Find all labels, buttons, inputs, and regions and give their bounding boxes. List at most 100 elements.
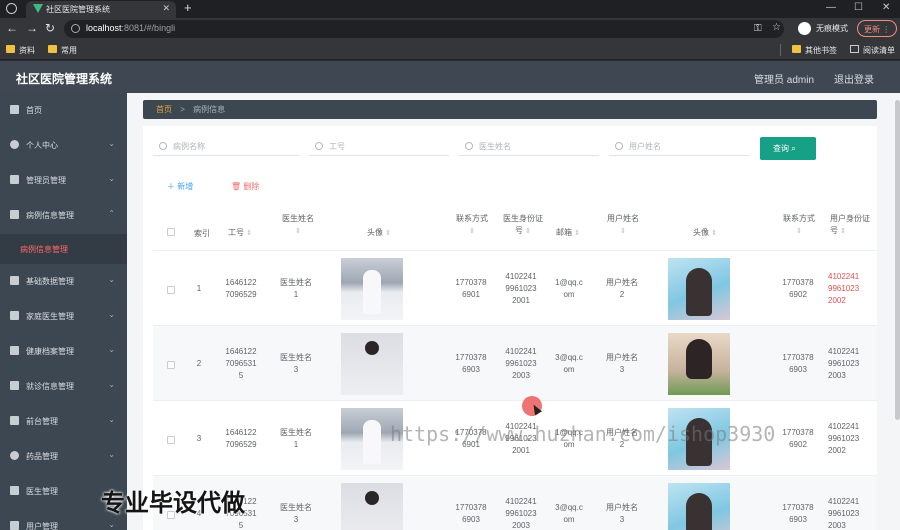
bookmark-item[interactable]: 资料: [6, 45, 35, 56]
content-panel: 病例名称 工号 医生姓名 用户姓名 查询 ⌕ ＋ 新增 🗑 删除 索引 工号 ⇕…: [143, 126, 877, 530]
cell-user-phone: 1770378 6903: [782, 503, 814, 524]
search-doctor-name-input[interactable]: 医生姓名: [459, 136, 599, 156]
sort-icon: ⇕: [840, 228, 847, 235]
cell-user-phone: 1770378 6902: [782, 428, 814, 449]
vertical-scrollbar[interactable]: [895, 100, 900, 420]
sort-icon: ⇕: [469, 228, 475, 235]
case-table: 索引 工号 ⇕ 医生姓名 ⇕ 头像 ⇕ 联系方式 ⇕ 医生身份证号 ⇕ 邮箱 ⇕ 用…: [153, 203, 877, 530]
users-icon: [10, 521, 19, 530]
sidebar: 首页 个人中心 ⌄ 管理员管理 ⌄ 病例信息管理 ⌃ 病例信息管理 基础数据管理 ⌄ 家…: [0, 93, 127, 530]
cell-user-phone: 1770378 6903: [782, 353, 814, 374]
sidebar-item-home[interactable]: 首页: [0, 93, 127, 128]
address-bar[interactable]: localhost:8081/#/bingli ⚿ ☆: [64, 20, 784, 38]
doctor-avatar: [341, 333, 403, 395]
search-case-name-input[interactable]: 病例名称: [153, 136, 299, 156]
column-header[interactable]: 头像 ⇕: [367, 227, 391, 240]
cell-user-name: 用户姓名 3: [606, 503, 638, 524]
chevron-down-icon: ⌄: [108, 415, 115, 424]
sidebar-item-family-doctor[interactable]: 家庭医生管理 ⌄: [0, 299, 127, 334]
breadcrumb-current: 病例信息: [193, 105, 226, 114]
sidebar-item-profile[interactable]: 个人中心 ⌄: [0, 128, 127, 163]
close-tab-icon[interactable]: ✕: [162, 3, 170, 14]
key-icon[interactable]: ⚿: [754, 23, 762, 34]
site-info-icon[interactable]: [71, 24, 80, 33]
cell-user-name: 用户姓名 2: [606, 278, 638, 299]
url-path: :8081/#/bingli: [121, 23, 176, 33]
cell-doctor-phone: 1770378 6903: [455, 353, 487, 374]
star-icon[interactable]: ☆: [772, 22, 781, 33]
column-header[interactable]: 医生身份证号 ⇕: [503, 213, 543, 238]
cell-email: 3@qq.c om: [555, 353, 583, 374]
cell-user-phone: 1770378 6902: [782, 278, 814, 299]
row-checkbox[interactable]: [167, 286, 175, 294]
forward-icon[interactable]: →: [26, 21, 38, 35]
column-header[interactable]: 头像 ⇕: [693, 227, 717, 240]
table-row[interactable]: 2 1646122 7096531 5 医生姓名 3 1770378 6903 …: [153, 325, 877, 400]
row-checkbox[interactable]: [167, 361, 175, 369]
sidebar-item-admin[interactable]: 管理员管理 ⌄: [0, 163, 127, 198]
column-header: 索引: [194, 229, 210, 238]
column-header[interactable]: 医生姓名 ⇕: [278, 213, 318, 238]
cell-doctor-id-number: 4102241 9961023 2003: [505, 347, 537, 380]
admin-label: 管理员 admin: [754, 75, 815, 86]
sidebar-item-health-records[interactable]: 健康档案管理 ⌄: [0, 334, 127, 369]
sidebar-item-cases[interactable]: 病例信息管理 ⌃: [0, 198, 127, 233]
add-button[interactable]: ＋ 新增: [167, 181, 193, 192]
column-header[interactable]: 用户姓名 ⇕: [603, 213, 643, 238]
table-row[interactable]: 4 1646122 7096531 5 医生姓名 3 1770378 6903 …: [153, 475, 877, 530]
column-header[interactable]: 邮箱 ⇕: [556, 227, 580, 240]
window-close-icon[interactable]: ✕: [882, 2, 890, 13]
maximize-icon[interactable]: ☐: [854, 2, 863, 13]
minimize-icon[interactable]: —: [826, 2, 836, 13]
folder-icon: [48, 45, 57, 53]
browser-tab[interactable]: 社区医院管理系统 ✕: [26, 1, 176, 18]
reading-list-icon: [850, 45, 859, 53]
url-host: localhost: [86, 23, 122, 33]
search-staff-id-input[interactable]: 工号: [309, 136, 449, 156]
column-header[interactable]: 联系方式 ⇕: [453, 213, 491, 238]
logout-link[interactable]: 退出登录: [834, 71, 874, 86]
globe-icon[interactable]: [6, 3, 17, 14]
chevron-down-icon: ⌄: [108, 310, 115, 319]
browser-tabbar: 社区医院管理系统 ✕ + — ☐ ✕: [0, 0, 900, 18]
bookmark-item[interactable]: 其他书签: [792, 45, 837, 56]
breadcrumb-home[interactable]: 首页: [156, 105, 172, 114]
chevron-down-icon: ⌄: [108, 139, 115, 148]
bookmark-item[interactable]: 常用: [48, 45, 77, 56]
query-button[interactable]: 查询 ⌕: [760, 137, 816, 160]
sidebar-subitem-cases[interactable]: 病例信息管理: [0, 234, 127, 264]
update-button[interactable]: 更新 ⋮: [857, 20, 897, 37]
sidebar-item-drugs[interactable]: 药品管理 ⌄: [0, 439, 127, 474]
row-checkbox[interactable]: [167, 436, 175, 444]
breadcrumb: 首页 > 病例信息: [143, 100, 877, 119]
column-header[interactable]: 工号 ⇕: [228, 227, 252, 240]
cell-doctor-id-number: 4102241 9961023 2001: [505, 272, 537, 305]
delete-button[interactable]: 🗑 删除: [231, 181, 259, 192]
search-user-name-input[interactable]: 用户姓名: [609, 136, 749, 156]
tab-title: 社区医院管理系统: [46, 5, 110, 14]
sidebar-item-visits[interactable]: 就诊信息管理 ⌄: [0, 369, 127, 404]
column-header[interactable]: 联系方式 ⇕: [780, 213, 818, 238]
chevron-down-icon: ⌄: [108, 345, 115, 354]
sidebar-item-frontend[interactable]: 前台管理 ⌄: [0, 404, 127, 439]
table-row[interactable]: 1 1646122 7096529 医生姓名 1 1770378 6901 41…: [153, 250, 877, 325]
search-icon: [315, 142, 323, 150]
user-avatar: [668, 333, 730, 395]
grid-icon: [10, 276, 19, 285]
select-all-checkbox[interactable]: [167, 228, 175, 236]
window-icon: [10, 416, 19, 425]
cell-index: 2: [196, 359, 202, 368]
user-avatar: [668, 483, 730, 530]
cell-doctor-name: 医生姓名 1: [280, 278, 312, 299]
search-icon: [615, 142, 623, 150]
cell-doctor-name: 医生姓名 1: [280, 428, 312, 449]
sort-icon: ⇕: [620, 228, 626, 235]
back-icon[interactable]: ←: [6, 21, 18, 35]
sidebar-item-basic-data[interactable]: 基础数据管理 ⌄: [0, 264, 127, 299]
reload-icon[interactable]: ↻: [45, 21, 55, 35]
reading-list[interactable]: 阅读清单: [850, 45, 895, 56]
mail-icon: [10, 311, 19, 320]
new-tab-icon[interactable]: +: [184, 0, 192, 15]
cell-staff-id: 1646122 7096531 5: [225, 347, 257, 380]
column-header[interactable]: 用户身份证号 ⇕: [830, 213, 877, 238]
